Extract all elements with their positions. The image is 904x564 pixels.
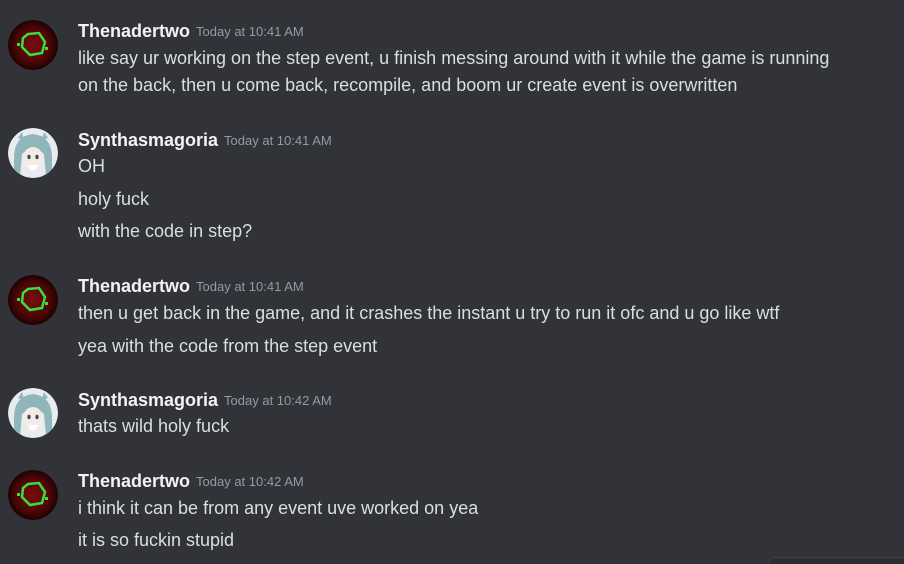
message-text: yea with the code from the step event [78, 336, 378, 356]
message-header: Thenadertwo Today at 10:41 AM [78, 20, 304, 44]
username[interactable]: Synthasmagoria [78, 390, 218, 410]
anime-girl-avatar-icon[interactable] [8, 128, 58, 178]
message-text: like say ur working on the step event, u… [78, 48, 830, 68]
green-hexagon-avatar-icon[interactable] [8, 275, 58, 325]
message-text: thats wild holy fuck [78, 416, 230, 436]
message-header: Thenadertwo Today at 10:41 AM [78, 275, 304, 299]
message-text: with the code in step? [78, 221, 253, 241]
username[interactable]: Synthasmagoria [78, 130, 218, 150]
message-text: then u get back in the game, and it cras… [78, 303, 780, 323]
message-text: on the back, then u come back, recompile… [78, 75, 738, 95]
green-hexagon-avatar-icon[interactable] [8, 20, 58, 70]
message-text: holy fuck [78, 189, 150, 209]
timestamp[interactable]: Today at 10:42 AM [224, 393, 332, 408]
anime-girl-avatar-icon[interactable] [8, 388, 58, 438]
message-input-edge [769, 557, 904, 564]
timestamp[interactable]: Today at 10:42 AM [196, 474, 304, 489]
message-header: Thenadertwo Today at 10:42 AM [78, 470, 304, 494]
green-hexagon-avatar-icon[interactable] [8, 470, 58, 520]
username[interactable]: Thenadertwo [78, 276, 190, 296]
message-text: it is so fuckin stupid [78, 530, 235, 550]
message-text: i think it can be from any event uve wor… [78, 498, 479, 518]
message-header: Synthasmagoria Today at 10:41 AM [78, 129, 332, 153]
message-text: OH [78, 156, 105, 176]
timestamp[interactable]: Today at 10:41 AM [196, 24, 304, 39]
username[interactable]: Thenadertwo [78, 471, 190, 491]
message-header: Synthasmagoria Today at 10:42 AM [78, 389, 332, 413]
timestamp[interactable]: Today at 10:41 AM [196, 279, 304, 294]
timestamp[interactable]: Today at 10:41 AM [224, 133, 332, 148]
username[interactable]: Thenadertwo [78, 21, 190, 41]
